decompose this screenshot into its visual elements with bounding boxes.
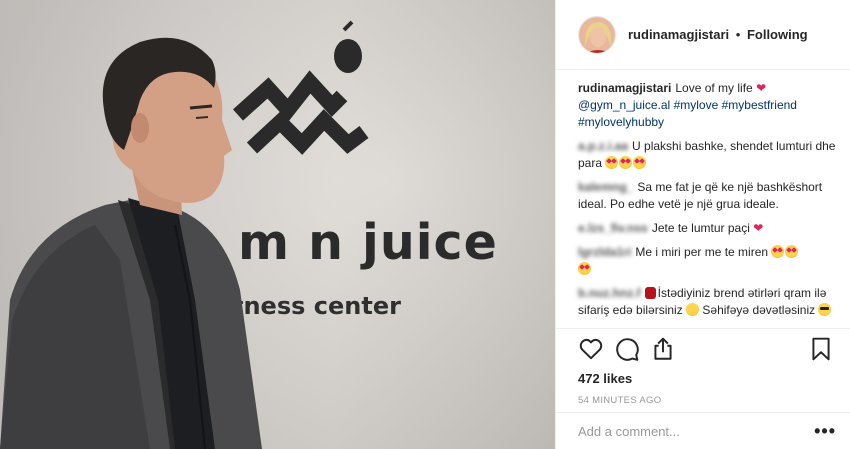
heart-eyes-emoji-icon	[578, 262, 591, 275]
list-item: kalemng_ Sa me fat je që ke një bashkësho…	[578, 179, 836, 213]
bookmark-icon[interactable]	[808, 336, 834, 362]
comment-input[interactable]	[578, 423, 815, 439]
comment-username-blurred[interactable]: a.p.z.i.aa	[578, 139, 628, 153]
smile-emoji-icon	[686, 303, 700, 316]
list-item: a.p.z.i.aa U plakshi bashke, shendet lumt…	[578, 138, 836, 172]
heart-eyes-emoji-icon	[771, 245, 785, 258]
share-icon[interactable]	[650, 336, 676, 362]
likes-count[interactable]: 472 likes	[578, 371, 834, 386]
instagram-post: m n juice tness center rudinamagjistari …	[0, 0, 850, 449]
header-separator: •	[735, 27, 741, 42]
sunglasses-emoji-icon	[818, 303, 832, 316]
list-item: e.lzs_fiv.nss Jete te lumtur paçi ❤	[578, 220, 836, 237]
caption-tag[interactable]: #mylovelyhubby	[578, 115, 664, 129]
follow-button[interactable]: Following	[747, 27, 808, 42]
heart-eyes-emoji-icon	[605, 156, 619, 169]
man-figure	[0, 37, 262, 449]
comment-text: Me i miri per me te miren	[635, 245, 769, 259]
heart-icon[interactable]	[578, 336, 604, 362]
heart-eyes-emoji-icon	[633, 156, 647, 169]
comment-username-blurred[interactable]: lgrzlda1ri	[578, 245, 631, 259]
more-options-button[interactable]: •••	[814, 422, 836, 440]
comment-username-blurred[interactable]: kalemng_	[578, 180, 633, 194]
heart-eyes-emoji-icon	[619, 156, 633, 169]
heart-emoji-icon: ❤	[753, 221, 764, 235]
comment-username-blurred[interactable]: e.lzs_fiv.nss	[578, 221, 648, 235]
heart-eyes-emoji-icon	[785, 245, 799, 258]
comment-text: Səhifəyə dəvətləsiniz	[702, 303, 816, 317]
caption-text: Love of my life	[675, 81, 753, 95]
post-sidebar: rudinamagjistari • Following rudinamagji…	[555, 0, 850, 449]
caption-tag[interactable]: @gym_n_juice.al	[578, 98, 670, 112]
header-username[interactable]: rudinamagjistari	[628, 27, 729, 42]
action-icons	[578, 335, 834, 363]
post-timestamp[interactable]: 54 MINUTES AGO	[578, 395, 834, 406]
perfume-emoji-icon	[644, 287, 656, 299]
caption: rudinamagjistari Love of my life ❤ @gym_n…	[578, 80, 836, 131]
avatar[interactable]	[578, 15, 616, 54]
add-comment-bar: •••	[556, 412, 850, 449]
list-item: lgrzlda1ri Me i miri per me te miren	[578, 244, 836, 278]
post-header: rudinamagjistari • Following	[556, 0, 850, 70]
heart-emoji-icon: ❤	[756, 81, 767, 95]
post-photo[interactable]: m n juice tness center	[0, 0, 555, 449]
caption-username[interactable]: rudinamagjistari	[578, 81, 671, 95]
header-text: rudinamagjistari • Following	[628, 27, 808, 42]
caption-tag[interactable]: #mybestfriend	[722, 98, 797, 112]
comment-username-blurred[interactable]: b.nuz.hnz.f	[578, 286, 641, 300]
comment-icon[interactable]	[614, 336, 640, 362]
caption-tag[interactable]: #mylove	[674, 98, 719, 112]
avatar-image	[579, 16, 615, 53]
comments-list: rudinamagjistari Love of my life ❤ @gym_n…	[556, 70, 850, 325]
list-item: b.nuz.hnz.f İstədiyiniz brend ətirləri qr…	[578, 285, 836, 319]
post-actions: 472 likes 54 MINUTES AGO	[556, 328, 850, 406]
comment-text: Jete te lumtur paçi	[651, 221, 750, 235]
